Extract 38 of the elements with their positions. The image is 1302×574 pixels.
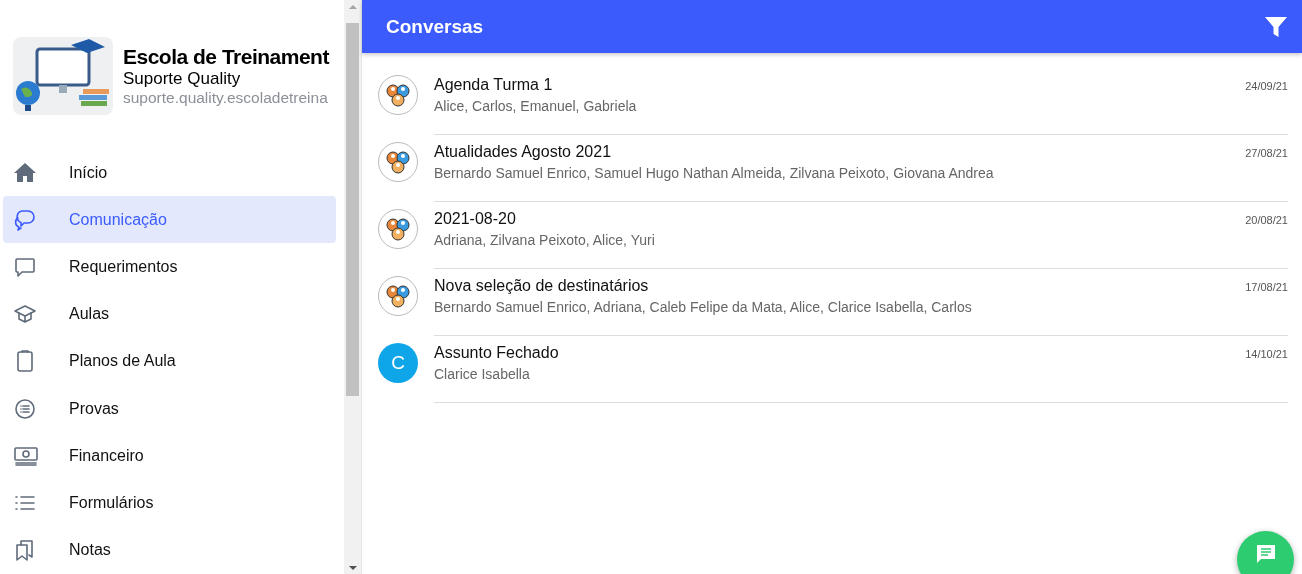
page-title: Conversas: [386, 15, 484, 38]
conversation-date: 17/08/21: [1245, 281, 1288, 295]
message-icon: [1254, 542, 1277, 565]
nav-item[interactable]: Início: [3, 149, 336, 197]
conversation-date: 24/09/21: [1245, 80, 1288, 94]
conversation-title[interactable]: Nova seleção de destinatários: [434, 275, 1246, 297]
nav-item[interactable]: Notas: [3, 526, 336, 574]
nav-item[interactable]: Requerimentos: [3, 243, 336, 291]
nav-item[interactable]: Formulários: [3, 479, 336, 527]
conversation-members: Alice, Carlos, Emanuel, Gabriela: [434, 97, 638, 116]
home-icon: [13, 160, 37, 185]
chat-bubbles-icon: [13, 207, 37, 232]
nav-item[interactable]: Provas: [3, 385, 336, 433]
conversation-members: Bernardo Samuel Enrico, Adriana, Caleb Felipe da Mata, Alice, Clarice Isabella, Carlos: [434, 298, 973, 317]
letter-avatar: C: [378, 343, 418, 383]
conversation-title[interactable]: 2021-08-20: [434, 208, 1246, 230]
account-name: Suporte Quality: [123, 69, 242, 89]
chat-bubble-icon: [13, 255, 37, 280]
school-name: Escola de Treinament: [123, 45, 329, 69]
conversation-date: 27/08/21: [1245, 147, 1288, 161]
conversation-members: Clarice Isabella: [434, 365, 531, 384]
conversation-members: Bernardo Samuel Enrico, Samuel Hugo Nathan Almeida, Zilvana Peixoto, Giovana Andrea: [434, 164, 995, 183]
scrollbar[interactable]: [344, 0, 361, 574]
filter-button[interactable]: [1264, 15, 1288, 38]
nav-item[interactable]: Aulas: [3, 290, 336, 338]
nav-item[interactable]: Financeiro: [3, 432, 336, 480]
conversation-title[interactable]: Agenda Turma 1: [434, 74, 1246, 96]
filter-icon: [1264, 15, 1288, 38]
list-circle-icon: [13, 396, 37, 421]
new-message-button[interactable]: [1237, 531, 1294, 574]
conversation-title[interactable]: Assunto Fechado: [434, 342, 1246, 364]
conversation-title[interactable]: Atualidades Agosto 2021: [434, 141, 1246, 163]
nav-item[interactable]: Comunicação: [3, 196, 336, 244]
conversation-date: 14/10/21: [1245, 348, 1288, 362]
nav-item[interactable]: Planos de Aula: [3, 337, 336, 386]
conversation-date: 20/08/21: [1245, 214, 1288, 228]
school-domain: suporte.quality.escoladetreina: [123, 89, 329, 107]
conversation-members: Adriana, Zilvana Peixoto, Alice, Yuri: [434, 231, 656, 250]
